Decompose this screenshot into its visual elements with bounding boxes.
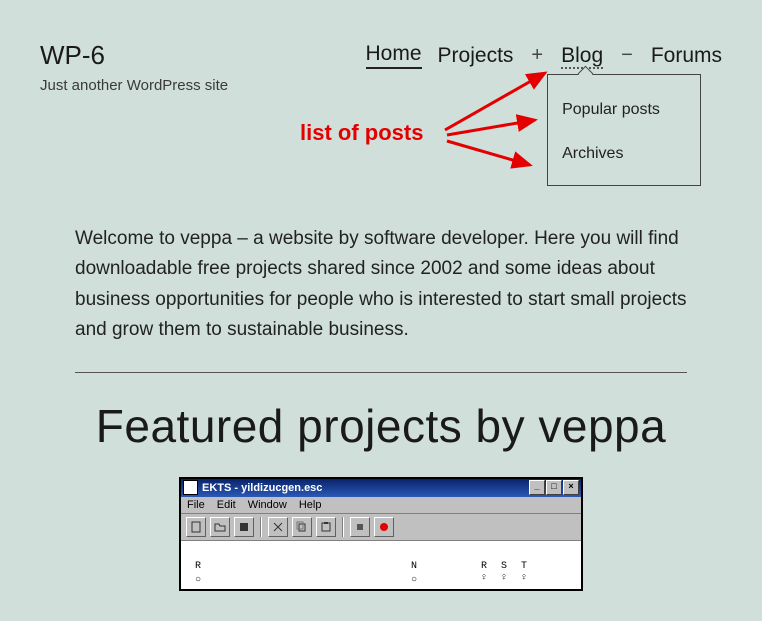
intro-text: Welcome to veppa – a website by software…	[75, 224, 687, 346]
nav-blog[interactable]: Blog	[561, 44, 603, 69]
canvas-area: R ○ N ○ R S T ♀ ♀ ♀	[181, 541, 581, 589]
canvas-label-n: N	[411, 561, 419, 572]
canvas-label-qqq: ♀ ♀ ♀	[481, 573, 531, 584]
dropdown-popular-posts[interactable]: Popular posts	[562, 101, 686, 119]
save-icon[interactable]	[234, 517, 254, 537]
record-icon[interactable]	[374, 517, 394, 537]
new-file-icon[interactable]	[186, 517, 206, 537]
canvas-symbol-n: ○	[411, 575, 419, 586]
canvas-label-r: R	[195, 561, 203, 572]
ekts-window: EKTS - yildizucgen.esc _ □ × File Edit W…	[179, 477, 583, 591]
toolbar	[181, 514, 581, 541]
cut-icon[interactable]	[268, 517, 288, 537]
nav-home[interactable]: Home	[366, 42, 422, 69]
nav-projects[interactable]: Projects	[438, 44, 514, 68]
minimize-button[interactable]: _	[529, 480, 545, 495]
menu-bar: File Edit Window Help	[181, 497, 581, 514]
copy-icon[interactable]	[292, 517, 312, 537]
dropdown-archives[interactable]: Archives	[562, 145, 686, 163]
featured-heading: Featured projects by veppa	[75, 399, 687, 453]
canvas-symbol-r: ○	[195, 575, 203, 586]
close-button[interactable]: ×	[563, 480, 579, 495]
site-tagline: Just another WordPress site	[40, 77, 228, 94]
window-title: EKTS - yildizucgen.esc	[202, 482, 529, 494]
menu-edit[interactable]: Edit	[217, 499, 236, 511]
menu-help[interactable]: Help	[299, 499, 322, 511]
divider	[75, 372, 687, 373]
open-folder-icon[interactable]	[210, 517, 230, 537]
menu-window[interactable]: Window	[248, 499, 287, 511]
site-title: WP-6	[40, 40, 228, 71]
canvas-label-rst: R S T	[481, 561, 531, 572]
nav-expand-icon[interactable]: +	[529, 44, 545, 67]
app-icon	[183, 480, 198, 495]
blog-dropdown: Popular posts Archives	[547, 74, 701, 186]
maximize-button[interactable]: □	[546, 480, 562, 495]
stop-icon[interactable]	[350, 517, 370, 537]
nav-collapse-icon[interactable]: −	[619, 44, 635, 67]
main-nav: Home Projects + Blog Popular posts Archi…	[366, 40, 722, 69]
nav-forums[interactable]: Forums	[651, 44, 722, 68]
paste-icon[interactable]	[316, 517, 336, 537]
menu-file[interactable]: File	[187, 499, 205, 511]
